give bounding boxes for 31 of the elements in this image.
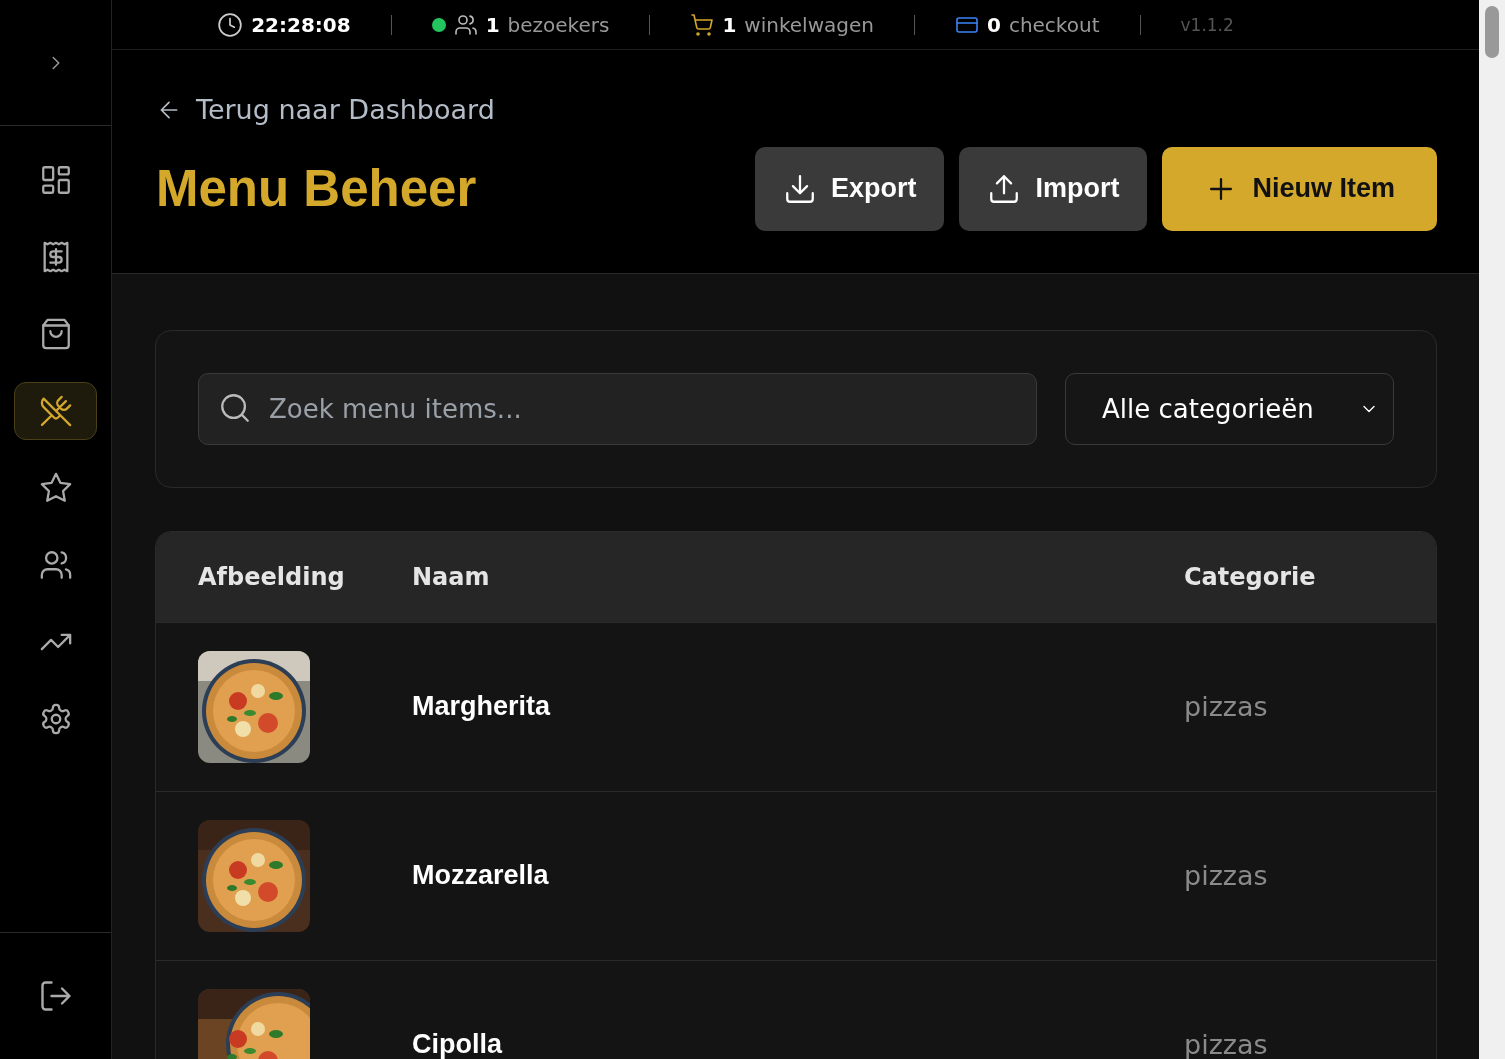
page-title: Menu Beheer (156, 159, 477, 218)
stat-label: bezoekers (507, 12, 610, 37)
stat-count: 1 (722, 12, 737, 37)
fork-knife-icon (38, 394, 73, 428)
stat-label: winkelwagen (744, 12, 874, 37)
action-button[interactable]: Import (959, 146, 1148, 231)
star-icon (38, 471, 73, 505)
users-icon (453, 12, 478, 37)
item-name: Mozzarella (412, 860, 550, 891)
users-icon (38, 548, 73, 582)
stat-label: checkout (1008, 12, 1100, 37)
action-button[interactable]: Nieuw Item (1162, 146, 1437, 231)
item-category: pizzas (1184, 691, 1269, 722)
column-header: Afbeelding (198, 562, 346, 591)
action-button[interactable]: Export (754, 146, 945, 231)
column-header: Categorie (1184, 562, 1317, 591)
item-name: Margherita (412, 691, 552, 722)
column-header: Naam (412, 562, 491, 591)
clock-icon (217, 11, 244, 38)
scrollbar[interactable] (1479, 0, 1505, 1059)
stat-count: 0 (986, 12, 1001, 37)
item-category: pizzas (1184, 1029, 1269, 1059)
search-field[interactable]: Zoek menu items... (198, 372, 1037, 445)
version-label: v1.1.2 (1180, 14, 1234, 35)
stat-count: 1 (485, 12, 500, 37)
category-select[interactable]: Alle categorieën (1065, 372, 1394, 445)
cart-icon (690, 12, 715, 37)
clock-time: 22:28:08 (251, 12, 351, 37)
item-category: pizzas (1184, 860, 1269, 891)
nav-item[interactable] (14, 382, 97, 440)
item-name: Cipolla (412, 1029, 504, 1059)
